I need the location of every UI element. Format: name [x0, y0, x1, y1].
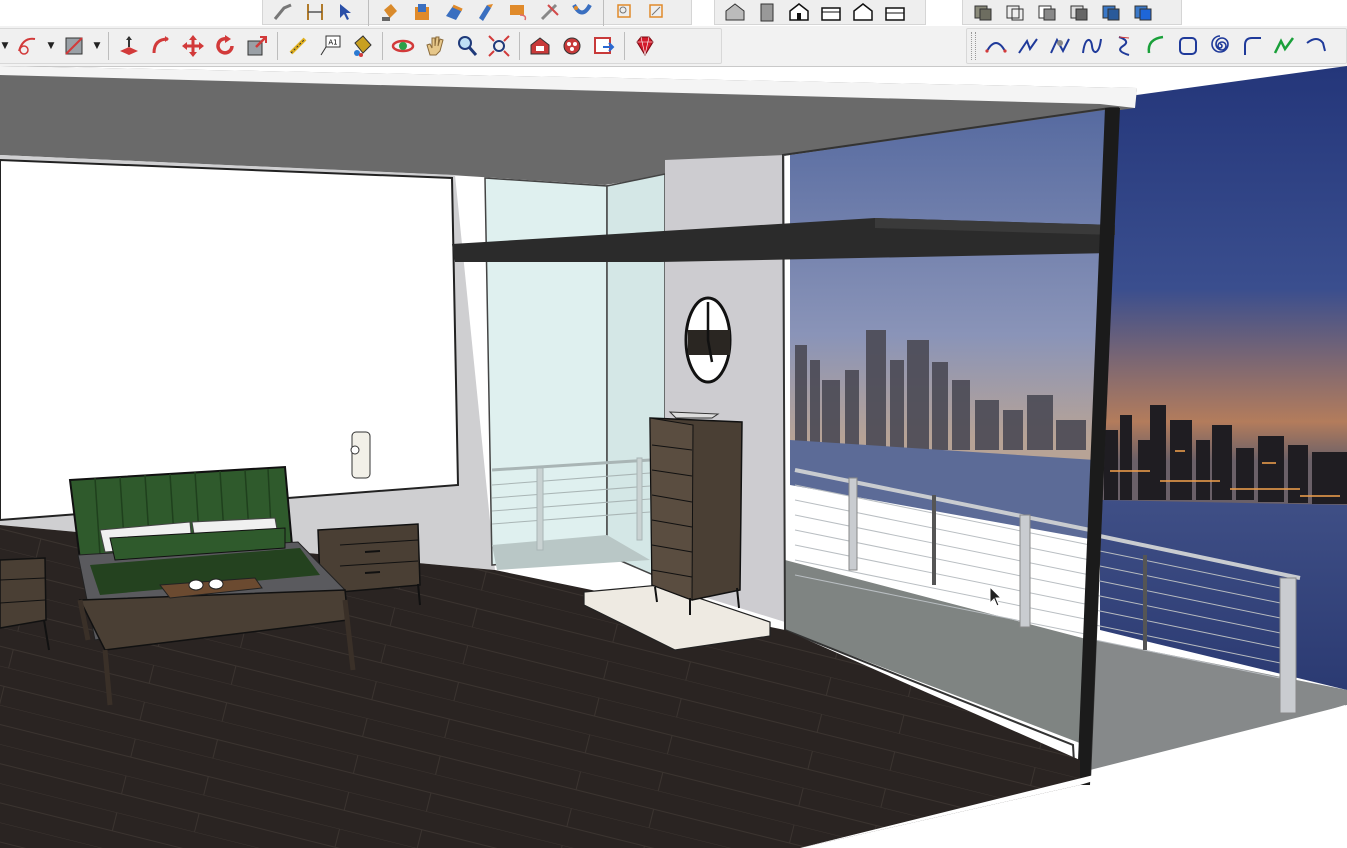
cubic-bezier-icon[interactable]	[1109, 31, 1139, 61]
orbit-icon[interactable]	[388, 31, 418, 61]
tape-measure-icon[interactable]	[283, 31, 313, 61]
hidden-line-icon[interactable]	[1033, 1, 1061, 23]
modeling-viewport[interactable]	[0, 66, 1347, 848]
left-view-icon[interactable]	[881, 1, 909, 23]
toolbar-separator	[382, 32, 383, 60]
toolbar-separator	[603, 0, 604, 26]
fillet-curve-icon[interactable]	[1237, 31, 1267, 61]
follow-me-icon[interactable]	[146, 31, 176, 61]
mouse-cursor-icon	[989, 586, 1003, 607]
rotate-tool-icon[interactable]	[472, 1, 500, 23]
toolbar-separator	[277, 32, 278, 60]
scale-icon[interactable]	[568, 1, 596, 23]
annotation-label-text: A1	[328, 39, 337, 47]
zoom-icon[interactable]	[452, 31, 482, 61]
toolbar-main-row: ▼ ▼ ▼ A1	[0, 26, 1347, 67]
wireframe-icon[interactable]	[1001, 1, 1029, 23]
toolbar-separator	[624, 32, 625, 60]
zoom-window-icon[interactable]	[611, 1, 639, 23]
scale-tool-icon[interactable]	[242, 31, 272, 61]
text-label-icon[interactable]: A1	[315, 31, 345, 61]
front-view-icon[interactable]	[785, 1, 813, 23]
toolbar-standard-views	[714, 0, 926, 25]
toolbar-edit-tools	[262, 0, 692, 26]
pencil-tool-icon[interactable]	[59, 31, 89, 61]
warehouse-icon[interactable]	[525, 31, 555, 61]
toolbar-large-tool-set: ▼ ▼ ▼ A1	[0, 28, 722, 64]
polyline-icon[interactable]	[1013, 31, 1043, 61]
select-icon[interactable]	[333, 1, 361, 23]
toolbar-separator	[108, 32, 109, 60]
toolbar-face-styles	[962, 0, 1182, 25]
arc-curve-icon[interactable]	[1141, 31, 1171, 61]
xray-icon[interactable]	[969, 1, 997, 23]
iso-view-icon[interactable]	[721, 1, 749, 23]
push-pull-icon[interactable]	[114, 31, 144, 61]
toolbar-separator	[368, 0, 369, 26]
nurbs-curve-icon[interactable]	[1077, 31, 1107, 61]
offset-icon[interactable]	[269, 1, 297, 23]
back-view-icon[interactable]	[849, 1, 877, 23]
rectangle-curve-icon[interactable]	[1173, 31, 1203, 61]
toolbar-bezier-tools	[966, 28, 1347, 64]
chevron-down-icon[interactable]: ▼	[91, 31, 103, 61]
toolbar-top-row	[0, 0, 1347, 26]
wall-sconce	[350, 431, 371, 479]
shaded-icon[interactable]	[1065, 1, 1093, 23]
top-view-icon[interactable]	[753, 1, 781, 23]
zoom-extents-icon[interactable]	[643, 1, 671, 23]
chevron-down-icon[interactable]: ▼	[45, 31, 57, 61]
scene-render	[0, 66, 1347, 848]
follow-me-icon[interactable]	[440, 1, 468, 23]
paint-bucket-icon[interactable]	[347, 31, 377, 61]
eraser-icon[interactable]	[536, 1, 564, 23]
paint-bucket-icon[interactable]	[376, 1, 404, 23]
move-tool-icon[interactable]	[178, 31, 208, 61]
arc-tool-icon[interactable]	[13, 31, 43, 61]
components-icon[interactable]	[557, 31, 587, 61]
tall-dresser	[649, 411, 743, 615]
freehand-curve-icon[interactable]	[1269, 31, 1299, 61]
spline-edit-icon[interactable]	[1045, 31, 1075, 61]
zoom-extents-icon[interactable]	[484, 31, 514, 61]
toolbar-separator	[519, 32, 520, 60]
share-model-icon[interactable]	[589, 31, 619, 61]
wall-clock	[684, 296, 732, 384]
rotate-tool-icon[interactable]	[210, 31, 240, 61]
chevron-down-icon[interactable]: ▼	[0, 31, 11, 61]
monochrome-icon[interactable]	[1129, 1, 1157, 23]
tape-icon[interactable]	[504, 1, 532, 23]
undo-curve-icon[interactable]	[1301, 31, 1331, 61]
ruby-extension-icon[interactable]	[630, 31, 660, 61]
shaded-textures-icon[interactable]	[1097, 1, 1125, 23]
right-view-icon[interactable]	[817, 1, 845, 23]
pan-hand-icon[interactable]	[420, 31, 450, 61]
toolbar-grip[interactable]	[971, 32, 976, 60]
push-pull-icon[interactable]	[408, 1, 436, 23]
dimension-icon[interactable]	[301, 1, 329, 23]
white-panel	[0, 158, 460, 522]
spiral-icon[interactable]	[1205, 31, 1235, 61]
bezier-curve-icon[interactable]	[981, 31, 1011, 61]
